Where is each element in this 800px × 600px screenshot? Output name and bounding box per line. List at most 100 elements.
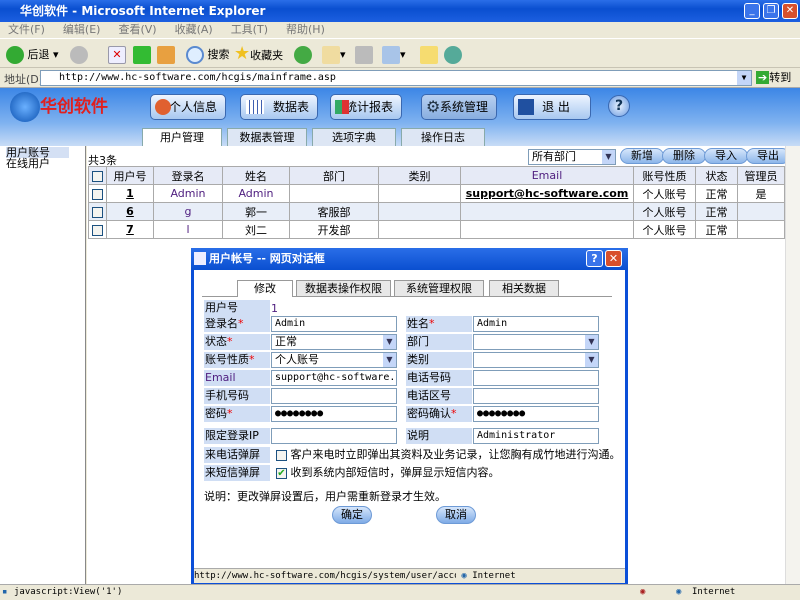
vertical-scrollbar[interactable] bbox=[785, 146, 800, 584]
cell-email[interactable] bbox=[460, 220, 634, 239]
menu-file[interactable]: 文件(F) bbox=[8, 23, 45, 36]
label-text: 密码 bbox=[205, 407, 227, 420]
close-button[interactable]: ✕ bbox=[782, 3, 798, 19]
messenger-button[interactable] bbox=[444, 46, 462, 64]
col-user-id[interactable]: 用户号 bbox=[106, 166, 154, 185]
go-button[interactable]: ➔ 转到 bbox=[756, 70, 791, 86]
search-button[interactable]: 搜索 bbox=[186, 46, 230, 64]
col-name[interactable]: 姓名 bbox=[222, 166, 290, 185]
cancel-button[interactable]: 取消 bbox=[436, 506, 476, 524]
help-button[interactable]: ? bbox=[608, 95, 630, 117]
discuss-button[interactable] bbox=[420, 46, 438, 64]
export-button[interactable]: 导出 bbox=[746, 148, 790, 164]
col-acct-type[interactable]: 账号性质 bbox=[633, 166, 696, 185]
button-label: 新增 bbox=[631, 149, 653, 162]
col-login[interactable]: 登录名 bbox=[153, 166, 223, 185]
email-field[interactable]: support@hc-software.com bbox=[271, 370, 397, 386]
dialog-help-button[interactable]: ? bbox=[586, 250, 603, 267]
back-button[interactable]: 后退 ▾ bbox=[6, 46, 59, 64]
add-button[interactable]: 新增 bbox=[620, 148, 664, 164]
tab-operation-log[interactable]: 操作日志 bbox=[401, 128, 485, 146]
nav-system[interactable]: ⚙ 系统管理 bbox=[421, 94, 497, 120]
dialog-tab-edit[interactable]: 修改 bbox=[237, 280, 293, 297]
stop-button[interactable]: ✕ bbox=[108, 46, 126, 64]
area-code-field[interactable] bbox=[473, 388, 599, 404]
print-button[interactable] bbox=[355, 46, 373, 64]
sidebar-item-online-users[interactable]: 在线用户 bbox=[6, 158, 79, 169]
cell-user-id[interactable]: 7 bbox=[106, 220, 154, 239]
delete-button[interactable]: 删除 bbox=[662, 148, 706, 164]
cell-email[interactable]: support@hc-software.com bbox=[460, 184, 634, 203]
row-checkbox-cell[interactable] bbox=[88, 220, 107, 239]
row-checkbox[interactable] bbox=[92, 224, 103, 236]
tab-option-dictionary[interactable]: 选项字典 bbox=[312, 128, 396, 146]
password-field[interactable]: ●●●●●●●● bbox=[271, 406, 397, 422]
description-field[interactable]: Administrator bbox=[473, 428, 599, 444]
row-checkbox-cell[interactable] bbox=[88, 184, 107, 203]
dialog-tab-related-data[interactable]: 相关数据 bbox=[489, 280, 559, 296]
mail-button[interactable]: ▾ bbox=[322, 46, 346, 64]
favorites-button[interactable]: ★收藏夹 bbox=[234, 45, 283, 64]
import-button[interactable]: 导入 bbox=[704, 148, 748, 164]
col-email[interactable]: Email bbox=[460, 166, 634, 185]
nav-tables[interactable]: 数据表 bbox=[240, 94, 318, 120]
dialog-close-button[interactable]: ✕ bbox=[605, 250, 622, 267]
nav-reports[interactable]: 统计报表 bbox=[330, 94, 402, 120]
cell-email[interactable] bbox=[460, 202, 634, 221]
tab-user-management[interactable]: 用户管理 bbox=[142, 128, 222, 146]
forward-button[interactable] bbox=[70, 46, 88, 64]
col-status[interactable]: 状态 bbox=[695, 166, 738, 185]
refresh-button[interactable] bbox=[133, 46, 151, 64]
mobile-field[interactable] bbox=[271, 388, 397, 404]
menu-help[interactable]: 帮助(H) bbox=[286, 23, 325, 36]
tab-label: 相关数据 bbox=[502, 282, 546, 295]
login-field[interactable]: Admin bbox=[271, 316, 397, 332]
call-popup-checkbox[interactable] bbox=[276, 449, 287, 461]
col-admin[interactable]: 管理员 bbox=[737, 166, 785, 185]
sms-popup-option[interactable]: ✔ 收到系统内部短信时，弹屏显示短信内容。 bbox=[276, 466, 500, 480]
table-row[interactable]: 1 Admin Admin support@hc-software.com 个人账号 正常… bbox=[88, 184, 785, 203]
ip-field[interactable] bbox=[271, 428, 397, 444]
table-row[interactable]: 7 l 刘二 开发部 个人账号 正常 bbox=[88, 220, 785, 239]
acct-type-select[interactable]: 个人账号 ▼ bbox=[271, 352, 397, 368]
email-label: Email bbox=[204, 370, 270, 386]
status-select[interactable]: 正常 ▼ bbox=[271, 334, 397, 350]
home-button[interactable] bbox=[157, 46, 175, 64]
table-header: 用户号 登录名 姓名 部门 类别 Email 账号性质 状态 管理员 bbox=[88, 166, 785, 185]
table-row[interactable]: 6 g 郭一 客服部 个人账号 正常 bbox=[88, 202, 785, 221]
history-button[interactable] bbox=[294, 46, 312, 64]
category-select[interactable]: ▼ bbox=[473, 352, 599, 368]
cell-user-id[interactable]: 6 bbox=[106, 202, 154, 221]
phone-field[interactable] bbox=[473, 370, 599, 386]
nav-profile[interactable]: 个人信息 bbox=[150, 94, 226, 120]
menu-view[interactable]: 查看(V) bbox=[118, 23, 156, 36]
password-confirm-field[interactable]: ●●●●●●●● bbox=[473, 406, 599, 422]
col-dept[interactable]: 部门 bbox=[289, 166, 379, 185]
edit-button[interactable]: ▾ bbox=[382, 46, 406, 64]
row-checkbox[interactable] bbox=[92, 206, 103, 218]
tab-label: 操作日志 bbox=[421, 131, 465, 144]
row-checkbox[interactable] bbox=[92, 188, 103, 200]
acct-type-label: 账号性质* bbox=[204, 352, 270, 368]
cell-user-id[interactable]: 1 bbox=[106, 184, 154, 203]
select-all-checkbox[interactable] bbox=[92, 170, 103, 182]
tab-table-management[interactable]: 数据表管理 bbox=[227, 128, 307, 146]
nav-logout[interactable]: 退 出 bbox=[513, 94, 591, 120]
sms-popup-checkbox[interactable]: ✔ bbox=[276, 467, 287, 479]
menu-tools[interactable]: 工具(T) bbox=[231, 23, 268, 36]
ok-button[interactable]: 确定 bbox=[332, 506, 372, 524]
col-category[interactable]: 类别 bbox=[378, 166, 461, 185]
restore-button[interactable]: ❐ bbox=[763, 3, 779, 19]
menu-edit[interactable]: 编辑(E) bbox=[63, 23, 101, 36]
address-input[interactable]: http://www.hc-software.com/hcgis/mainfra… bbox=[40, 70, 752, 86]
dept-select[interactable]: ▼ bbox=[473, 334, 599, 350]
dialog-tab-system-permissions[interactable]: 系统管理权限 bbox=[394, 280, 484, 296]
name-field[interactable]: Admin bbox=[473, 316, 599, 332]
row-checkbox-cell[interactable] bbox=[88, 202, 107, 221]
minimize-button[interactable]: _ bbox=[744, 3, 760, 19]
department-filter[interactable]: 所有部门 ▼ bbox=[528, 149, 616, 165]
menu-favorites[interactable]: 收藏(A) bbox=[175, 23, 213, 36]
address-dropdown-icon[interactable]: ▼ bbox=[737, 71, 751, 85]
dialog-tab-table-permissions[interactable]: 数据表操作权限 bbox=[296, 280, 391, 296]
call-popup-option[interactable]: 客户来电时立即弹出其资料及业务记录，让您胸有成竹地进行沟通。 bbox=[276, 448, 621, 462]
